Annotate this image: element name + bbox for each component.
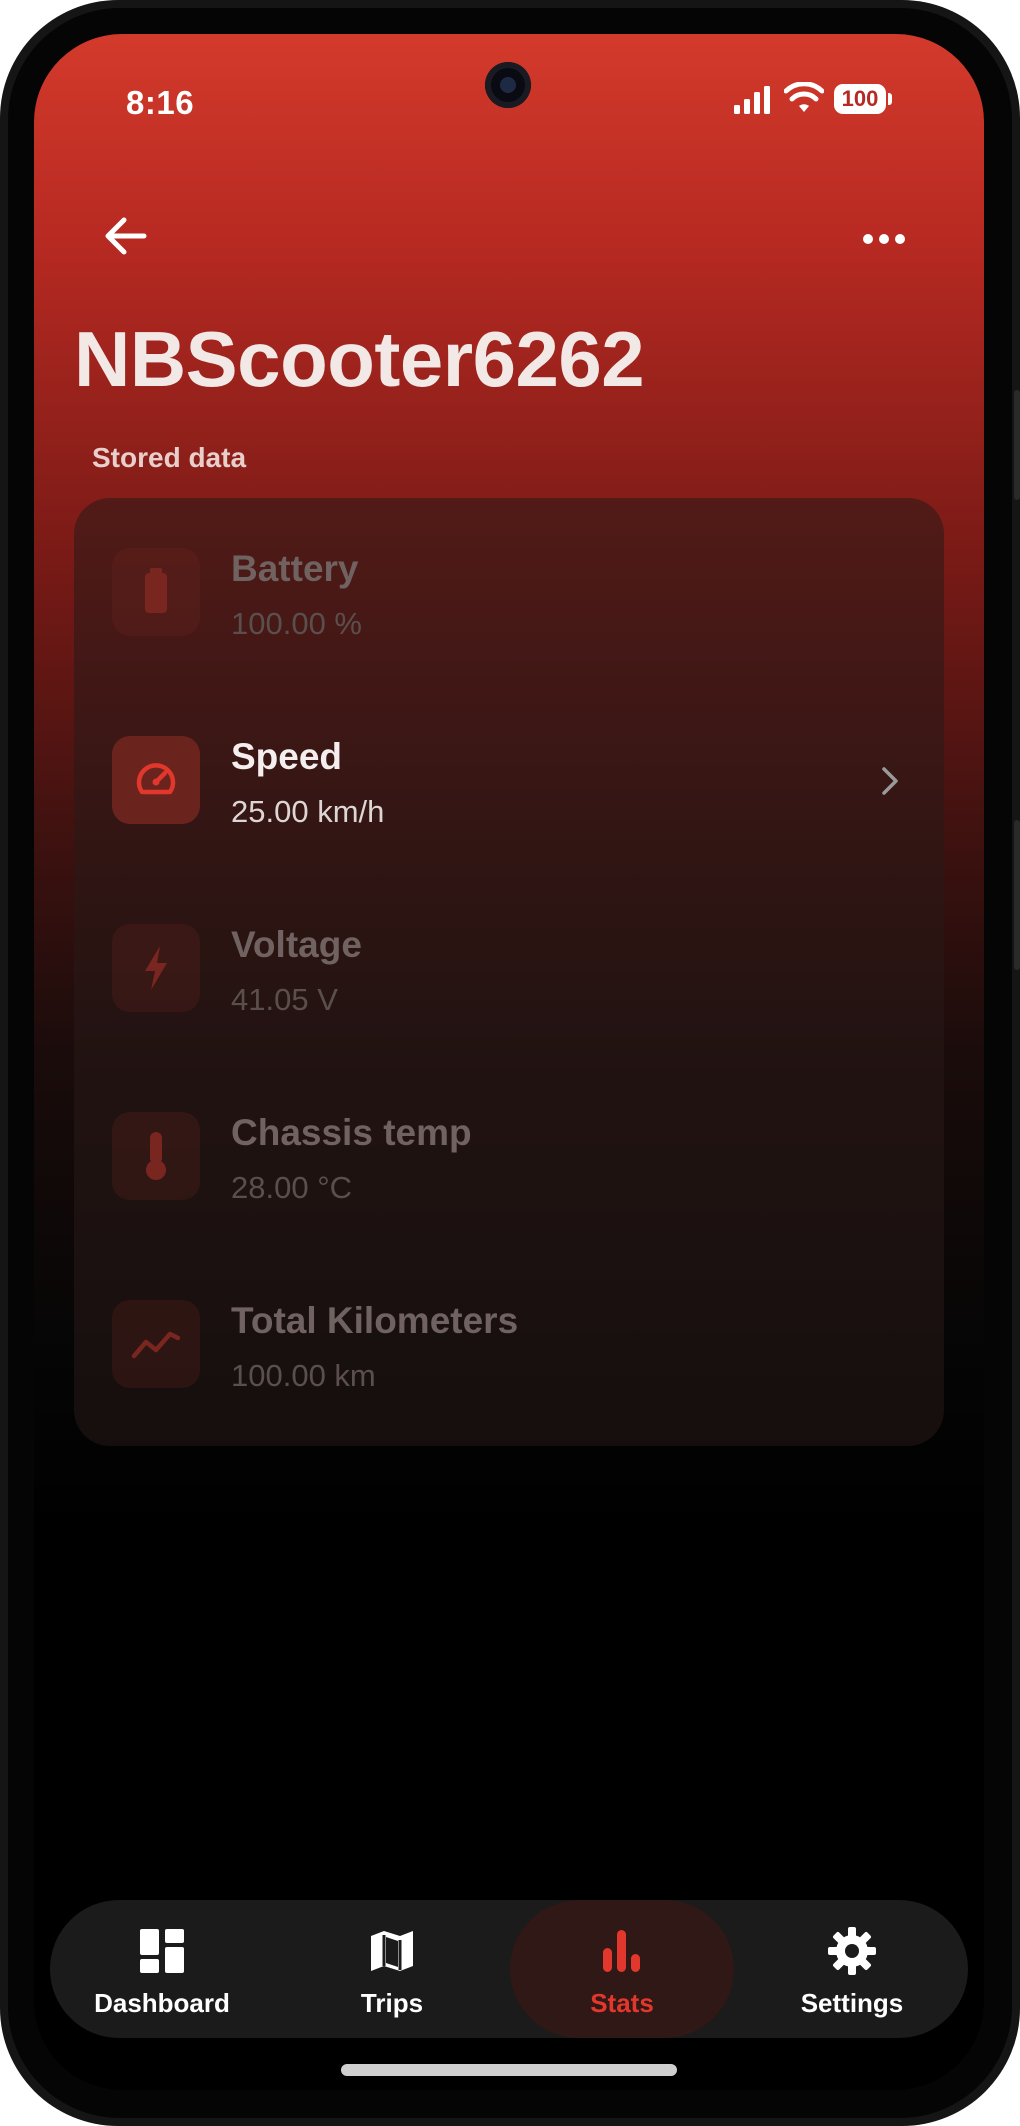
back-button[interactable] [94,204,158,268]
item-value: 28.00 °C [231,1170,352,1205]
item-value: 41.05 V [231,982,338,1017]
nav-item-dashboard[interactable]: Dashboard [50,1900,274,2038]
phone-side-button [1014,390,1020,500]
item-label: Chassis temp [231,1112,472,1153]
status-bar: 8:16 100 [34,34,984,174]
chevron-right-icon [882,767,898,795]
item-label: Total Kilometers [231,1300,519,1341]
nav-item-stats[interactable]: Stats [510,1900,734,2038]
list-item-voltage[interactable]: Voltage 41.05 V [74,874,944,1062]
list-item-total-kilometers[interactable]: Total Kilometers 100.00 km [74,1250,944,1438]
nav-item-settings[interactable]: Settings [740,1900,964,2038]
list-item-speed[interactable]: Speed 25.00 km/h [74,686,944,874]
item-label: Battery [231,548,359,589]
nav-label: Settings [800,1988,904,2018]
item-label: Speed [231,736,343,777]
nav-label: Stats [590,1988,654,2018]
lightning-icon [112,924,200,1012]
phone-frame: 8:16 100 NBScooter6262 Stored data Batte… [0,0,1020,2126]
battery-indicator: 100 [834,84,892,114]
bottom-navigation: Dashboard Trips Stats Settings [50,1900,968,2038]
thermometer-icon [112,1112,200,1200]
phone-side-button [1014,820,1020,970]
item-value: 100.00 km [231,1358,376,1393]
nav-label: Trips [360,1988,424,2018]
battery-icon [112,548,200,636]
arrow-left-icon [105,217,147,255]
dashboard-icon [140,1929,184,1973]
nav-item-trips[interactable]: Trips [280,1900,504,2038]
item-value: 25.00 km/h [231,794,385,829]
battery-level-text: 100 [841,86,879,111]
list-item-chassis-temp[interactable]: Chassis temp 28.00 °C [74,1062,944,1250]
speedometer-icon [112,736,200,824]
more-horizontal-icon [863,234,905,244]
more-options-button[interactable] [854,219,914,259]
wifi-icon [784,82,824,112]
trend-line-icon [112,1300,200,1388]
item-label: Voltage [231,924,362,965]
map-icon [371,1931,413,1971]
app-screen: 8:16 100 NBScooter6262 Stored data Batte… [34,34,984,2090]
list-item-battery[interactable]: Battery 100.00 % [74,498,944,686]
signal-icon [734,86,770,114]
nav-label: Dashboard [94,1988,230,2018]
front-camera [485,62,531,108]
section-label: Stored data [92,442,247,473]
status-time: 8:16 [126,84,195,121]
page-title: NBScooter6262 [74,315,645,403]
item-value: 100.00 % [231,606,362,641]
home-indicator[interactable] [341,2064,677,2076]
bar-chart-icon [603,1930,640,1972]
stored-data-card: Battery 100.00 % Speed 25.00 km/h Voltag… [74,498,944,1446]
gear-icon [828,1927,876,1975]
